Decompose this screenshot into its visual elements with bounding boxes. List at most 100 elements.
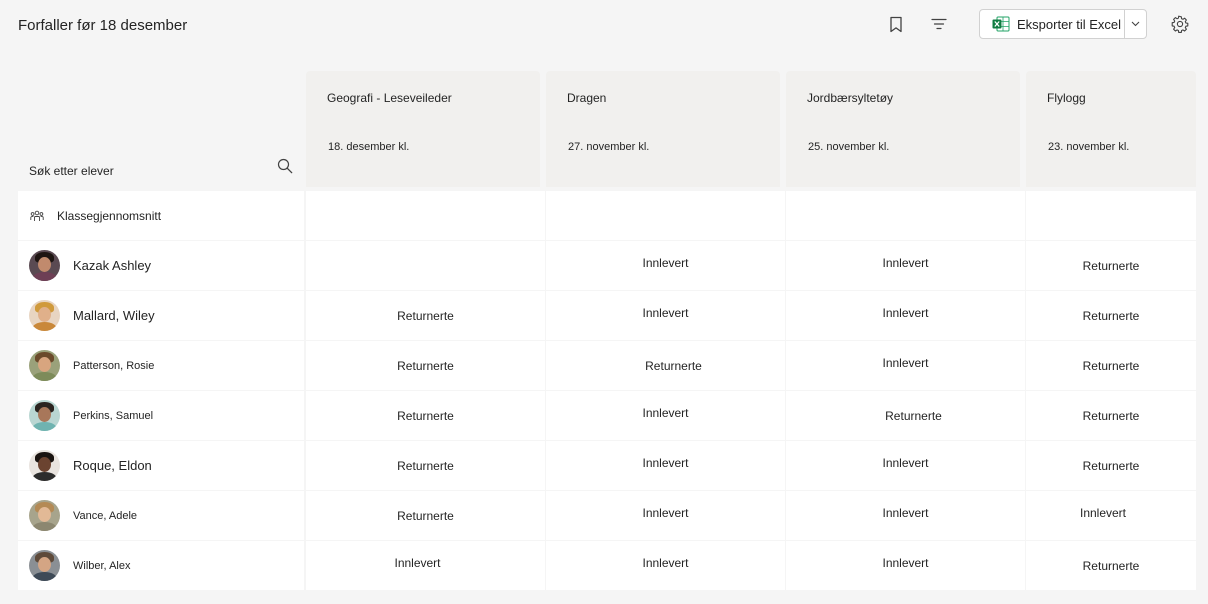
student-name-cell[interactable]: Mallard, Wiley: [18, 291, 304, 340]
export-excel-label: Eksporter til Excel: [1017, 16, 1122, 32]
export-excel-main[interactable]: Eksporter til Excel: [980, 10, 1124, 38]
status-text: Innlevert: [642, 555, 689, 570]
status-cell[interactable]: Returnerte: [306, 291, 545, 340]
student-name-cell[interactable]: Kazak Ashley: [18, 241, 304, 290]
class-average-cell: [546, 191, 785, 240]
status-cell[interactable]: Returnerte: [1026, 541, 1196, 590]
avatar: [29, 550, 60, 581]
assignment-name: Dragen: [567, 91, 607, 105]
status-cell[interactable]: Innlevert: [786, 341, 1025, 390]
student-row: Kazak Ashley Innlevert Innlevert Returne…: [18, 241, 1196, 290]
status-cell[interactable]: Innlevert: [546, 541, 785, 590]
student-name-cell[interactable]: Roque, Eldon: [18, 441, 304, 490]
class-average-cell: [786, 191, 1025, 240]
class-average-label-cell: Klassegjennomsnitt: [18, 191, 304, 240]
status-cell[interactable]: Returnerte: [1026, 291, 1196, 340]
student-row: Wilber, Alex Innlevert Innlevert Innleve…: [18, 541, 1196, 590]
export-dropdown-button[interactable]: [1123, 10, 1146, 38]
student-row: Mallard, Wiley Returnerte Innlevert Innl…: [18, 291, 1196, 340]
excel-icon: [992, 16, 1010, 32]
student-row: Patterson, Rosie Returnerte Returnerte I…: [18, 341, 1196, 390]
status-cell[interactable]: Innlevert: [546, 241, 785, 290]
search-input[interactable]: [18, 157, 279, 185]
class-average-row: Klassegjennomsnitt: [18, 191, 1196, 240]
student-name: Mallard, Wiley: [73, 308, 155, 323]
student-name-cell[interactable]: Perkins, Samuel: [18, 391, 304, 440]
status-cell[interactable]: Innlevert: [306, 541, 545, 590]
assignment-due-date: 25. november kl.: [808, 141, 890, 153]
status-text: Innlevert: [642, 505, 689, 520]
assignment-name: Geografi - Leseveileder: [327, 91, 452, 105]
gear-icon[interactable]: [1168, 12, 1192, 36]
student-row: Roque, Eldon Returnerte Innlevert Innlev…: [18, 441, 1196, 490]
status-cell[interactable]: Innlevert: [546, 291, 785, 340]
avatar: [29, 300, 60, 331]
status-text: Innlevert: [882, 455, 929, 470]
class-average-label: Klassegjennomsnitt: [57, 208, 162, 223]
status-text: Returnerte: [885, 408, 942, 423]
assignment-name: Jordbærsyltetøy: [807, 91, 894, 105]
assignment-header[interactable]: Dragen 27. november kl.: [546, 71, 780, 187]
status-cell[interactable]: Innlevert: [546, 441, 785, 490]
assignment-header[interactable]: Geografi - Leseveileder 18. desember kl.: [306, 71, 540, 187]
status-text: Returnerte: [397, 358, 454, 373]
student-name: Patterson, Rosie: [73, 359, 155, 372]
status-cell[interactable]: [306, 241, 545, 290]
assignment-header[interactable]: Jordbærsyltetøy 25. november kl.: [786, 71, 1020, 187]
page-title: Forfaller før 18 desember: [18, 17, 188, 34]
status-cell[interactable]: Innlevert: [786, 291, 1025, 340]
avatar: [29, 350, 60, 381]
status-text: Innlevert: [642, 255, 689, 270]
avatar: [29, 450, 60, 481]
status-text: Innlevert: [882, 555, 929, 570]
status-cell[interactable]: Returnerte: [786, 391, 1025, 440]
status-text: Returnerte: [1082, 258, 1140, 273]
status-cell[interactable]: Returnerte: [306, 491, 545, 540]
student-search: [18, 71, 305, 191]
status-cell[interactable]: Innlevert: [786, 541, 1025, 590]
status-cell[interactable]: Returnerte: [1026, 241, 1196, 290]
student-name: Vance, Adele: [73, 509, 138, 522]
status-cell[interactable]: Returnerte: [306, 341, 545, 390]
student-name-cell[interactable]: Wilber, Alex: [18, 541, 304, 590]
status-text: Innlevert: [882, 355, 929, 370]
status-text: Returnerte: [645, 358, 702, 373]
student-name: Kazak Ashley: [73, 258, 152, 273]
status-cell[interactable]: Returnerte: [546, 341, 785, 390]
status-cell[interactable]: Innlevert: [786, 491, 1025, 540]
bookmark-icon[interactable]: [884, 12, 908, 36]
filter-icon[interactable]: [927, 12, 951, 36]
status-text: Innlevert: [642, 305, 689, 320]
status-text: Innlevert: [394, 555, 441, 570]
status-text: Innlevert: [1079, 505, 1127, 520]
student-name: Perkins, Samuel: [73, 409, 154, 422]
status-text: Returnerte: [1082, 558, 1140, 573]
assignment-header[interactable]: Flylogg 23. november kl.: [1026, 71, 1196, 187]
status-text: Innlevert: [882, 305, 929, 320]
assignment-name: Flylogg: [1047, 91, 1086, 105]
status-cell[interactable]: Innlevert: [546, 391, 785, 440]
status-text: Returnerte: [1082, 408, 1140, 423]
status-text: Returnerte: [397, 508, 454, 523]
avatar: [29, 400, 60, 431]
status-text: Returnerte: [397, 458, 454, 473]
assignment-due-date: 23. november kl.: [1048, 141, 1130, 153]
status-cell[interactable]: Returnerte: [1026, 391, 1196, 440]
status-cell[interactable]: Returnerte: [1026, 341, 1196, 390]
status-cell[interactable]: Innlevert: [1026, 491, 1196, 540]
status-cell[interactable]: Innlevert: [786, 441, 1025, 490]
status-cell[interactable]: Returnerte: [306, 441, 545, 490]
status-text: Returnerte: [1082, 358, 1140, 373]
status-text: Innlevert: [642, 455, 689, 470]
student-name-cell[interactable]: Vance, Adele: [18, 491, 304, 540]
class-average-cell: [306, 191, 545, 240]
avatar: [29, 250, 60, 281]
class-average-cell: [1026, 191, 1196, 240]
status-cell[interactable]: Innlevert: [546, 491, 785, 540]
assignment-due-date: 27. november kl.: [568, 141, 650, 153]
status-cell[interactable]: Returnerte: [1026, 441, 1196, 490]
status-cell[interactable]: Returnerte: [306, 391, 545, 440]
status-cell[interactable]: Innlevert: [786, 241, 1025, 290]
search-icon[interactable]: [276, 157, 294, 175]
student-name-cell[interactable]: Patterson, Rosie: [18, 341, 304, 390]
